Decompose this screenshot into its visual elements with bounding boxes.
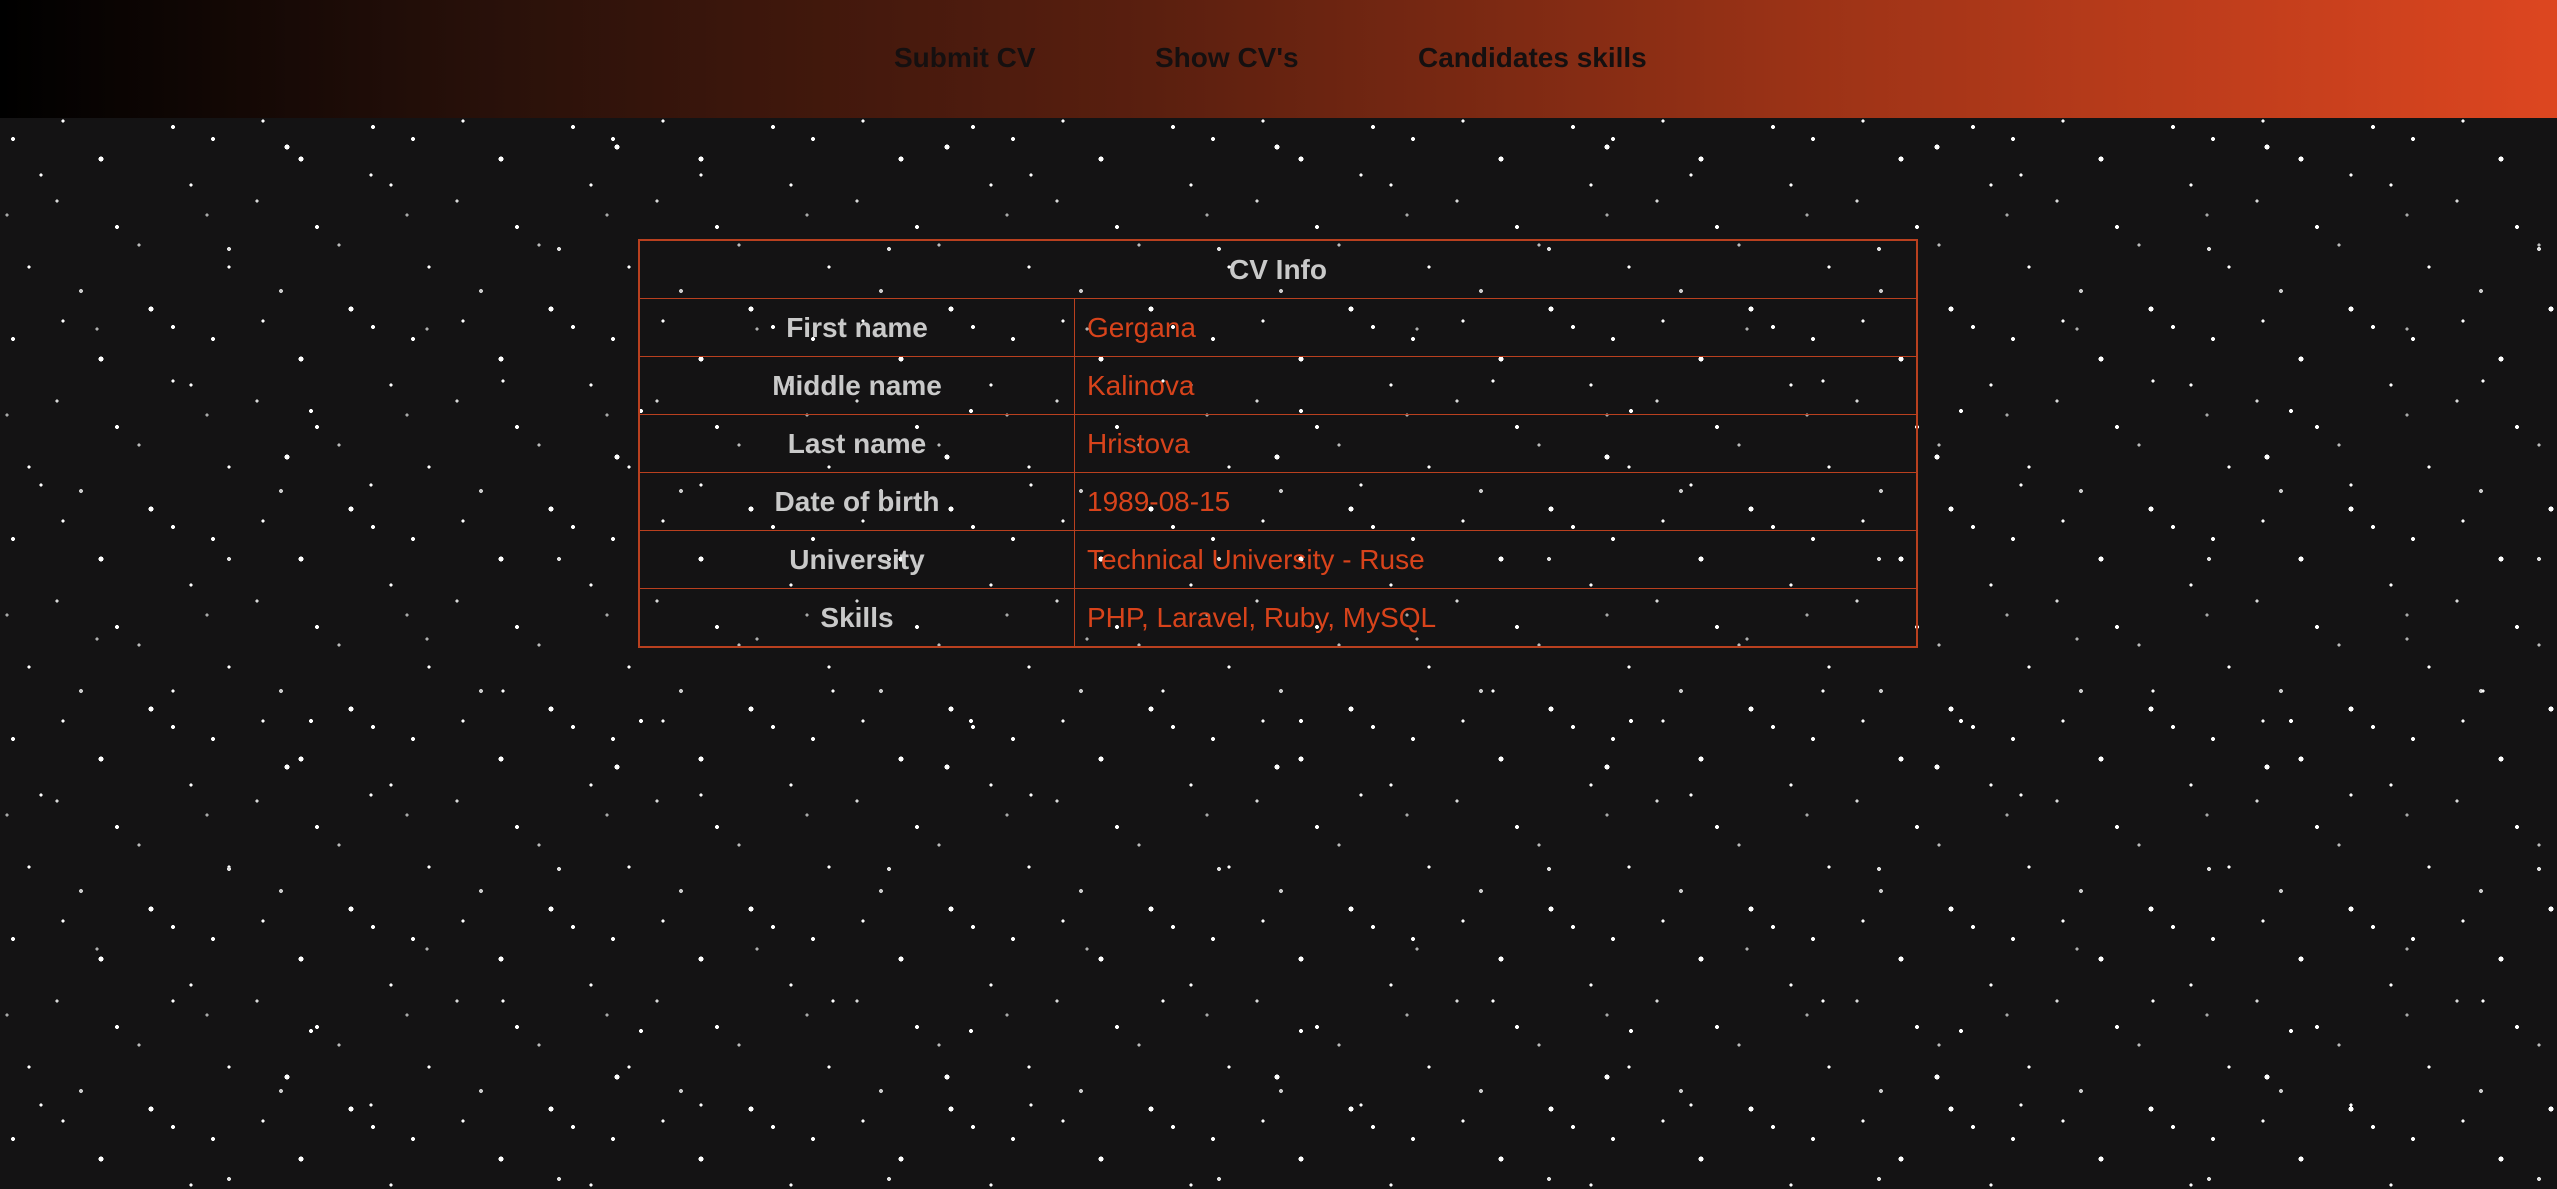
first-name-label: First name (638, 298, 1075, 357)
skills-value: PHP, Laravel, Ruby, MySQL (1074, 588, 1918, 648)
last-name-label: Last name (638, 414, 1075, 473)
first-name-value: Gergana (1074, 298, 1918, 357)
table-row: Last name Hristova (638, 414, 1918, 473)
cv-info-title: CV Info (638, 239, 1918, 299)
skills-label: Skills (638, 588, 1075, 648)
cv-info-table: CV Info First name Gergana Middle name K… (638, 239, 1918, 648)
nav-submit-cv[interactable]: Submit CV (894, 38, 1036, 78)
table-row: First name Gergana (638, 298, 1918, 357)
middle-name-value: Kalinova (1074, 356, 1918, 415)
main-nav: Submit CV Show CV's Candidates skills (0, 38, 2557, 78)
nav-candidates-skills[interactable]: Candidates skills (1418, 38, 1647, 78)
nav-show-cvs[interactable]: Show CV's (1155, 38, 1299, 78)
university-value: Technical University - Ruse (1074, 530, 1918, 589)
table-row: Date of birth 1989-08-15 (638, 472, 1918, 531)
university-label: University (638, 530, 1075, 589)
cv-info-header-row: CV Info (638, 239, 1918, 299)
table-row: Middle name Kalinova (638, 356, 1918, 415)
table-row: Skills PHP, Laravel, Ruby, MySQL (638, 588, 1918, 648)
top-nav-bar: Submit CV Show CV's Candidates skills (0, 0, 2557, 118)
date-of-birth-value: 1989-08-15 (1074, 472, 1918, 531)
table-row: University Technical University - Ruse (638, 530, 1918, 589)
last-name-value: Hristova (1074, 414, 1918, 473)
middle-name-label: Middle name (638, 356, 1075, 415)
date-of-birth-label: Date of birth (638, 472, 1075, 531)
